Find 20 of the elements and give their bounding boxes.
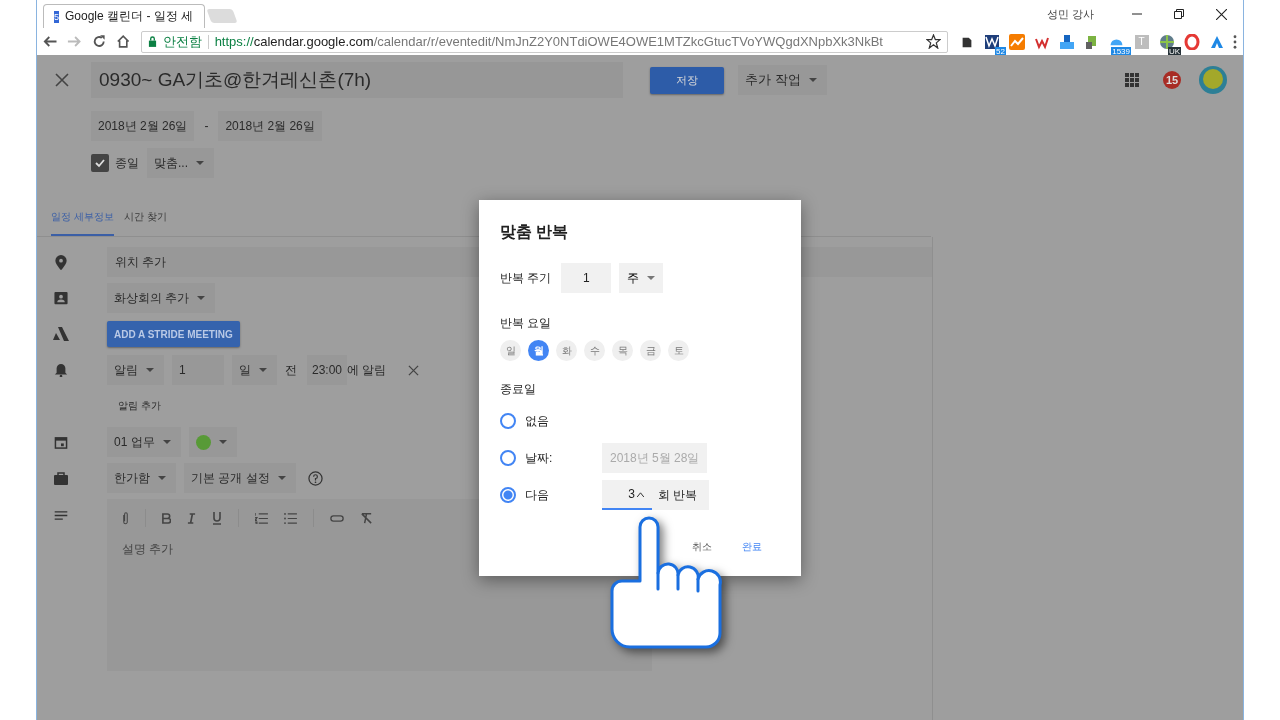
before-label: 전 — [285, 361, 297, 379]
all-day-label: 종일 — [115, 154, 139, 172]
days-label: 반복 요일 — [500, 315, 553, 332]
url-text: https://calendar.google.com/calendar/r/eventedit/NmJnZ2Y0NTdiOWE4OWE1MTZkcGtucTVoYWQgdXNpbXk3NkBt — [214, 34, 884, 49]
date-separator: - — [204, 119, 209, 133]
tab-title: Google 캘린더 - 일정 세 — [65, 8, 194, 25]
calendar-icon: 5 — [54, 10, 59, 23]
ends-label: 종료일 — [500, 381, 537, 398]
occurrence-suffix: 회 반복 — [652, 480, 710, 510]
extension-badge: 52 — [995, 46, 1006, 56]
extension-badge: 1539 — [1111, 46, 1131, 56]
interval-label: 반복 주기 — [500, 269, 552, 287]
dialog-title: 맞춤 반복 — [500, 222, 570, 242]
notification-suffix: 에 알림 — [347, 361, 387, 379]
extension-badge: UK — [1167, 46, 1181, 56]
radio-label: 날짜: — [525, 449, 554, 467]
user-name: 성민 강사 — [1046, 6, 1094, 22]
description-placeholder: 설명 추가 — [122, 541, 175, 558]
radio-label: 없음 — [525, 412, 550, 430]
security-label: 안전함 — [162, 32, 202, 51]
